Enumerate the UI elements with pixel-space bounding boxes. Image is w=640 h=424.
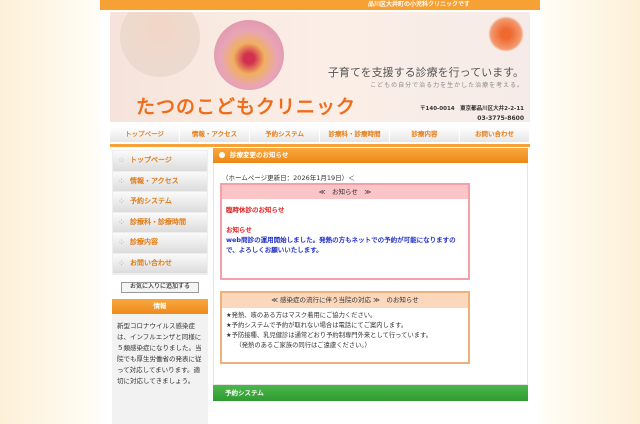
info-text: 新型コロナウイルス感染症は、インフルエンザと同様に５類感染症になりました。当院で… bbox=[112, 314, 208, 424]
update-date: （ホームページ更新日：2026年1月19日）＜ bbox=[222, 174, 355, 182]
bullet-icon: ⁘ bbox=[119, 177, 125, 185]
info-heading: 情報 bbox=[112, 299, 208, 314]
notice-box: ≪ お知らせ ≫ 臨時休診のお知らせ お知らせ web問診の運用開始しました。発… bbox=[220, 183, 470, 280]
page: 品川区大井町の小児科クリニックです 子育てを支援する診療を行っています。 こども… bbox=[100, 0, 540, 424]
notice-header: ≪ お知らせ ≫ bbox=[222, 185, 468, 199]
infection-line: ★発熱、咳のある方はマスク着用にご協力ください。 bbox=[226, 312, 377, 319]
nav-reservation[interactable]: 予約システム bbox=[250, 127, 320, 142]
tagline: 子育てを支援する診療を行っています。 bbox=[327, 66, 524, 79]
bullet-icon: ⁘ bbox=[119, 198, 125, 205]
nav-services[interactable]: 診療内容 bbox=[390, 127, 460, 142]
phone-number: 03-3775-8600 bbox=[477, 115, 524, 122]
flower-decoration bbox=[488, 16, 524, 52]
section-header: 診療変更のお知らせ bbox=[213, 148, 528, 163]
section-body: （ホームページ更新日：2026年1月19日）＜ ≪ お知らせ ≫ 臨時休診のお知… bbox=[213, 163, 528, 385]
photo-flowers bbox=[214, 20, 284, 90]
sidebar-item-reservation[interactable]: ⁘ 予約システム bbox=[113, 192, 207, 212]
nav-contact[interactable]: お問い合わせ bbox=[460, 127, 530, 142]
infection-box: ≪ 感染症の流行に伴う当院の対応 ≫ のお知らせ ★発熱、咳のある方はマスク着用… bbox=[220, 291, 470, 364]
bullet-icon: ⁘ bbox=[119, 157, 125, 164]
sidebar: ⁘ トップページ ⁘ 情報・アクセス ⁘ 予約システム ⁘ 診療科・診療時間 ⁘ 診療内容… bbox=[112, 150, 208, 424]
infection-line: ★予約システムで予約が取れない場合は電話にてご案内します。 bbox=[226, 322, 408, 329]
bullet-icon: ⁘ bbox=[119, 218, 125, 226]
sidebar-menu: ⁘ トップページ ⁘ 情報・アクセス ⁘ 予約システム ⁘ 診療科・診療時間 ⁘ 診療内容… bbox=[112, 150, 208, 275]
main-nav: トップページ 情報・アクセス 予約システム 診療科・診療時間 診療内容 お問い合… bbox=[110, 127, 530, 142]
bullet-icon: ⁘ bbox=[119, 239, 125, 246]
bullet-icon bbox=[219, 151, 225, 158]
top-bar: 品川区大井町の小児科クリニックです bbox=[100, 0, 540, 10]
nav-top[interactable]: トップページ bbox=[110, 127, 180, 142]
subtagline: こどもの自分で治る力を生かした治療を考える。 bbox=[370, 82, 524, 89]
nav-hours[interactable]: 診療科・診療時間 bbox=[320, 127, 390, 142]
reservation-section-header: 予約システム bbox=[213, 385, 528, 401]
infection-line: （発熱のあるご家族の同行はご遠慮ください。） bbox=[226, 342, 371, 349]
sidebar-item-access[interactable]: ⁘ 情報・アクセス bbox=[113, 171, 207, 191]
nav-access[interactable]: 情報・アクセス bbox=[180, 127, 250, 142]
sidebar-item-contact[interactable]: ⁘ お問い合わせ bbox=[113, 253, 207, 273]
photo-child bbox=[120, 12, 200, 77]
nav-divider bbox=[110, 144, 530, 147]
notice-label: お知らせ bbox=[226, 226, 252, 234]
address: 〒140-0014 東京都品川区大井2-2-11 bbox=[420, 106, 524, 112]
infection-line: ★予防接種、乳児健診は通常どおり予約制専門外来として行っています。 bbox=[226, 332, 433, 339]
sidebar-item-top[interactable]: ⁘ トップページ bbox=[113, 151, 207, 171]
bullet-icon: ⁘ bbox=[119, 259, 125, 267]
sidebar-item-hours[interactable]: ⁘ 診療科・診療時間 bbox=[113, 212, 207, 232]
header-banner: 子育てを支援する診療を行っています。 こどもの自分で治る力を生かした治療を考える… bbox=[110, 12, 530, 122]
clinic-logo[interactable]: たつのこどもクリニック bbox=[136, 92, 356, 119]
main-content: 診療変更のお知らせ （ホームページ更新日：2026年1月19日）＜ ≪ お知らせ… bbox=[213, 148, 528, 401]
add-favorite-button[interactable]: お気に入りに追加する bbox=[121, 282, 199, 293]
infection-header: ≪ 感染症の流行に伴う当院の対応 ≫ のお知らせ bbox=[222, 293, 468, 308]
closure-notice: 臨時休診のお知らせ bbox=[226, 206, 285, 214]
sidebar-item-services[interactable]: ⁘ 診療内容 bbox=[113, 233, 207, 253]
notice-body: web問診の運用開始しました。発熱の方もネットでの予約が可能になりますので、よろ… bbox=[226, 236, 456, 254]
